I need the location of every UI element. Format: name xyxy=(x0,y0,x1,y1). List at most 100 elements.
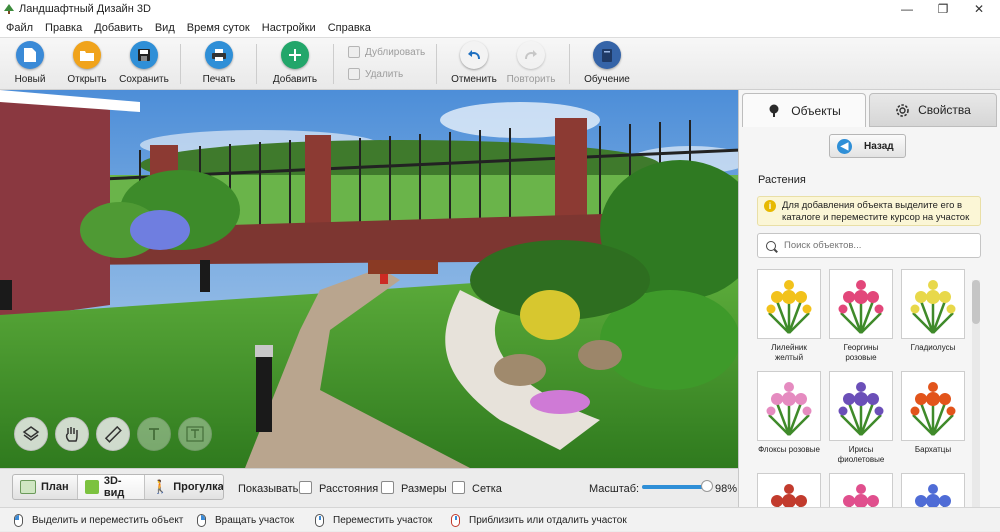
tab-properties-label: Свойства xyxy=(918,103,971,117)
object-catalog: Лилейник желтый Георгины розовые Гладиолус… xyxy=(757,269,972,507)
duplicate-icon xyxy=(348,46,360,58)
status-select-move: Выделить и переместить объект xyxy=(14,508,183,532)
menu-time-of-day[interactable]: Время суток xyxy=(181,18,256,38)
book-icon xyxy=(593,41,621,69)
plan-icon xyxy=(20,480,36,494)
minimize-button[interactable]: — xyxy=(890,0,924,18)
delete-label: Удалить xyxy=(365,68,404,80)
zoom-slider-fill xyxy=(642,485,707,489)
floppy-disk-icon xyxy=(130,41,158,69)
catalog-item[interactable] xyxy=(901,473,965,507)
back-label: Назад xyxy=(864,140,894,152)
distances-label: Расстояния xyxy=(319,483,379,495)
status-bar: Выделить и переместить объект Вращать уч… xyxy=(0,507,1000,531)
catalog-item-label: Бархатцы xyxy=(914,445,952,454)
text-icon xyxy=(149,428,159,440)
layers-icon xyxy=(22,426,40,441)
plan-label: План xyxy=(41,481,69,493)
catalog-scrollbar-thumb[interactable] xyxy=(972,280,980,324)
3d-viewport[interactable] xyxy=(0,90,738,468)
catalog-item[interactable]: Ирисы фиолетовые xyxy=(829,371,893,465)
text-frame-button[interactable] xyxy=(178,417,212,451)
duplicate-button[interactable]: Дублировать xyxy=(348,46,425,58)
layers-button[interactable] xyxy=(14,417,48,451)
catalog-item-label: Ирисы фиолетовые xyxy=(837,445,885,464)
plant-thumbnail xyxy=(829,269,893,339)
plant-thumbnail xyxy=(829,473,893,507)
tab-properties[interactable]: Свойства xyxy=(869,93,997,127)
status-select-move-text: Выделить и переместить объект xyxy=(32,514,184,526)
measure-button[interactable] xyxy=(96,417,130,451)
mouse-middle-click-icon xyxy=(315,513,324,527)
close-button[interactable]: ✕ xyxy=(962,0,996,18)
catalog-item[interactable]: Бархатцы xyxy=(901,371,965,455)
toolbar-divider xyxy=(256,44,257,84)
walk-view-button[interactable]: 🚶 Прогулка xyxy=(145,475,223,499)
menu-help[interactable]: Справка xyxy=(322,18,377,38)
text-frame-icon xyxy=(186,426,204,442)
toolbar-divider xyxy=(436,44,437,84)
catalog-item[interactable] xyxy=(829,473,893,507)
info-icon: i xyxy=(764,200,776,212)
search-box[interactable] xyxy=(757,233,981,258)
search-input[interactable] xyxy=(784,240,964,251)
view-mode-switch: План 3D-вид 🚶 Прогулка xyxy=(12,474,224,500)
menu-view[interactable]: Вид xyxy=(149,18,181,38)
distances-checkbox[interactable] xyxy=(299,481,312,494)
catalog-item[interactable]: Георгины розовые xyxy=(829,269,893,363)
open-button[interactable]: Открыть xyxy=(57,41,117,85)
info-hint: i Для добавления объекта выделите его в … xyxy=(757,196,981,226)
delete-button[interactable]: Удалить xyxy=(348,68,403,80)
duplicate-label: Дублировать xyxy=(365,46,426,58)
info-hint-text: Для добавления объекта выделите его в ка… xyxy=(782,200,970,223)
maximize-button[interactable]: ❐ xyxy=(926,0,960,18)
catalog-item[interactable]: Флоксы розовые xyxy=(757,371,821,455)
catalog-item[interactable]: Гладиолусы xyxy=(901,269,965,353)
plan-view-button[interactable]: План xyxy=(13,475,79,499)
trash-icon xyxy=(348,68,360,80)
printer-icon xyxy=(205,41,233,69)
learn-button[interactable]: Обучение xyxy=(577,41,637,85)
back-button[interactable]: ◀ Назад xyxy=(829,134,906,158)
3d-view-button[interactable]: 3D-вид xyxy=(78,475,145,499)
zoom-label: Масштаб: xyxy=(589,483,640,495)
zoom-slider[interactable] xyxy=(642,485,708,489)
tab-objects-label: Объекты xyxy=(791,103,841,118)
sizes-checkbox[interactable] xyxy=(381,481,394,494)
bottom-bar: План 3D-вид 🚶 Прогулка Показывать: Расст… xyxy=(0,468,738,506)
zoom-slider-thumb[interactable] xyxy=(700,480,713,492)
menu-settings[interactable]: Настройки xyxy=(256,18,322,38)
redo-button[interactable]: Повторить xyxy=(501,41,561,85)
title-bar: Ландшафтный Дизайн 3D — ❐ ✕ xyxy=(0,0,1000,18)
grid-label: Сетка xyxy=(472,483,502,495)
status-move-text: Переместить участок xyxy=(333,514,433,526)
add-label: Добавить xyxy=(272,74,318,85)
undo-icon xyxy=(460,41,488,69)
ruler-icon xyxy=(104,425,122,443)
status-rotate-text: Вращать участок xyxy=(215,514,295,526)
menu-file[interactable]: Файл xyxy=(0,18,39,38)
catalog-item[interactable] xyxy=(757,473,821,507)
catalog-item[interactable]: Лилейник желтый xyxy=(757,269,821,363)
catalog-item-label: Флоксы розовые xyxy=(758,445,820,454)
save-button[interactable]: Сохранить xyxy=(114,41,174,85)
menu-add[interactable]: Добавить xyxy=(88,18,149,38)
print-button[interactable]: Печать xyxy=(189,41,249,85)
plant-thumbnail xyxy=(901,371,965,441)
grid-checkbox[interactable] xyxy=(452,481,465,494)
add-button[interactable]: Добавить xyxy=(265,41,325,85)
undo-button[interactable]: Отменить xyxy=(444,41,504,85)
catalog-item-label: Лилейник желтый xyxy=(771,343,807,362)
plant-thumbnail xyxy=(757,473,821,507)
new-button[interactable]: Новый xyxy=(0,41,60,85)
new-file-icon xyxy=(16,41,44,69)
menu-edit[interactable]: Правка xyxy=(39,18,88,38)
app-logo-icon xyxy=(4,4,14,14)
folder-icon xyxy=(73,41,101,69)
pan-hand-button[interactable] xyxy=(55,417,89,451)
tab-objects[interactable]: Объекты xyxy=(742,93,866,127)
text-tool-button[interactable] xyxy=(137,417,171,451)
status-move: Переместить участок xyxy=(315,508,432,532)
garden-scene-render xyxy=(0,90,738,468)
category-title: Растения xyxy=(758,174,806,186)
